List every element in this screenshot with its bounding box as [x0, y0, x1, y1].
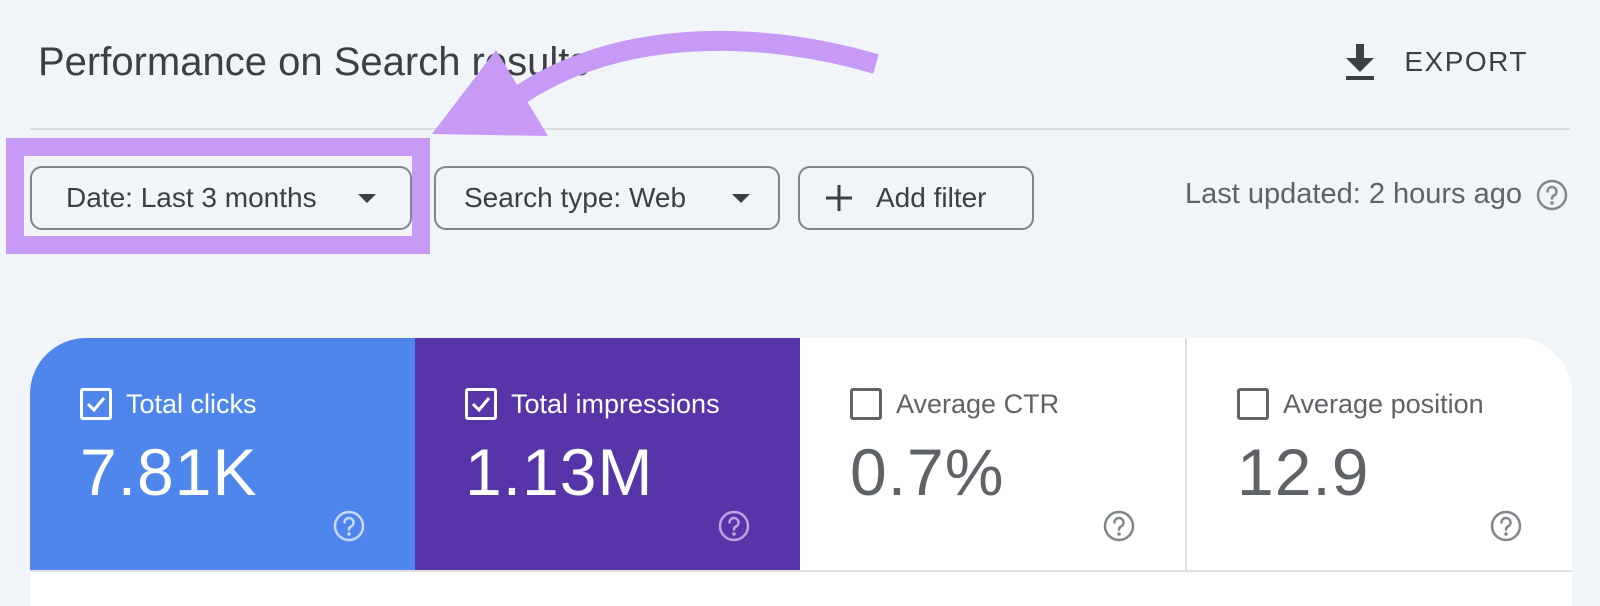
checkbox-checked-icon[interactable] [465, 388, 497, 420]
date-filter-label: Date: Last 3 months [66, 182, 317, 213]
help-icon[interactable] [1536, 179, 1568, 211]
checkbox-checked-icon[interactable] [80, 388, 112, 420]
metric-label: Total clicks [126, 388, 257, 419]
caret-down-icon [732, 193, 750, 203]
chart-area-top [30, 570, 1572, 606]
metric-card-total-impressions[interactable]: Total impressions 1.13M [415, 338, 800, 604]
metric-value: 0.7% [850, 435, 1005, 509]
plus-icon [826, 185, 852, 211]
metric-label: Average position [1283, 388, 1484, 419]
metric-cards: Total clicks 7.81K Total impressions 1.1… [30, 338, 1572, 604]
metric-value: 7.81K [80, 435, 258, 509]
export-button[interactable]: EXPORT [1342, 40, 1528, 84]
checkbox-unchecked-icon[interactable] [1237, 388, 1269, 420]
help-icon[interactable] [718, 510, 750, 542]
metric-value: 12.9 [1237, 435, 1370, 509]
metric-label: Average CTR [896, 388, 1060, 419]
metric-card-total-clicks[interactable]: Total clicks 7.81K [30, 338, 415, 604]
last-updated-status: Last updated: 2 hours ago [1185, 178, 1568, 211]
page-title: Performance on Search results [38, 40, 590, 84]
metric-card-average-ctr[interactable]: Average CTR 0.7% [800, 338, 1185, 604]
metric-label: Total impressions [511, 388, 720, 419]
help-icon[interactable] [1103, 510, 1135, 542]
export-label: EXPORT [1404, 46, 1528, 77]
header-divider [30, 128, 1570, 130]
metric-value: 1.13M [465, 435, 654, 509]
metric-card-average-position[interactable]: Average position 12.9 [1185, 338, 1572, 604]
help-icon[interactable] [333, 510, 365, 542]
checkbox-unchecked-icon[interactable] [850, 388, 882, 420]
add-filter-label: Add filter [876, 182, 987, 213]
caret-down-icon [358, 193, 376, 203]
date-filter-chip[interactable]: Date: Last 3 months [30, 166, 412, 230]
search-type-label: Search type: Web [464, 182, 687, 213]
last-updated-text: Last updated: 2 hours ago [1185, 178, 1522, 210]
search-type-chip[interactable]: Search type: Web [434, 166, 780, 230]
help-icon[interactable] [1490, 510, 1522, 542]
download-icon [1346, 44, 1375, 80]
add-filter-button[interactable]: Add filter [798, 166, 1034, 230]
